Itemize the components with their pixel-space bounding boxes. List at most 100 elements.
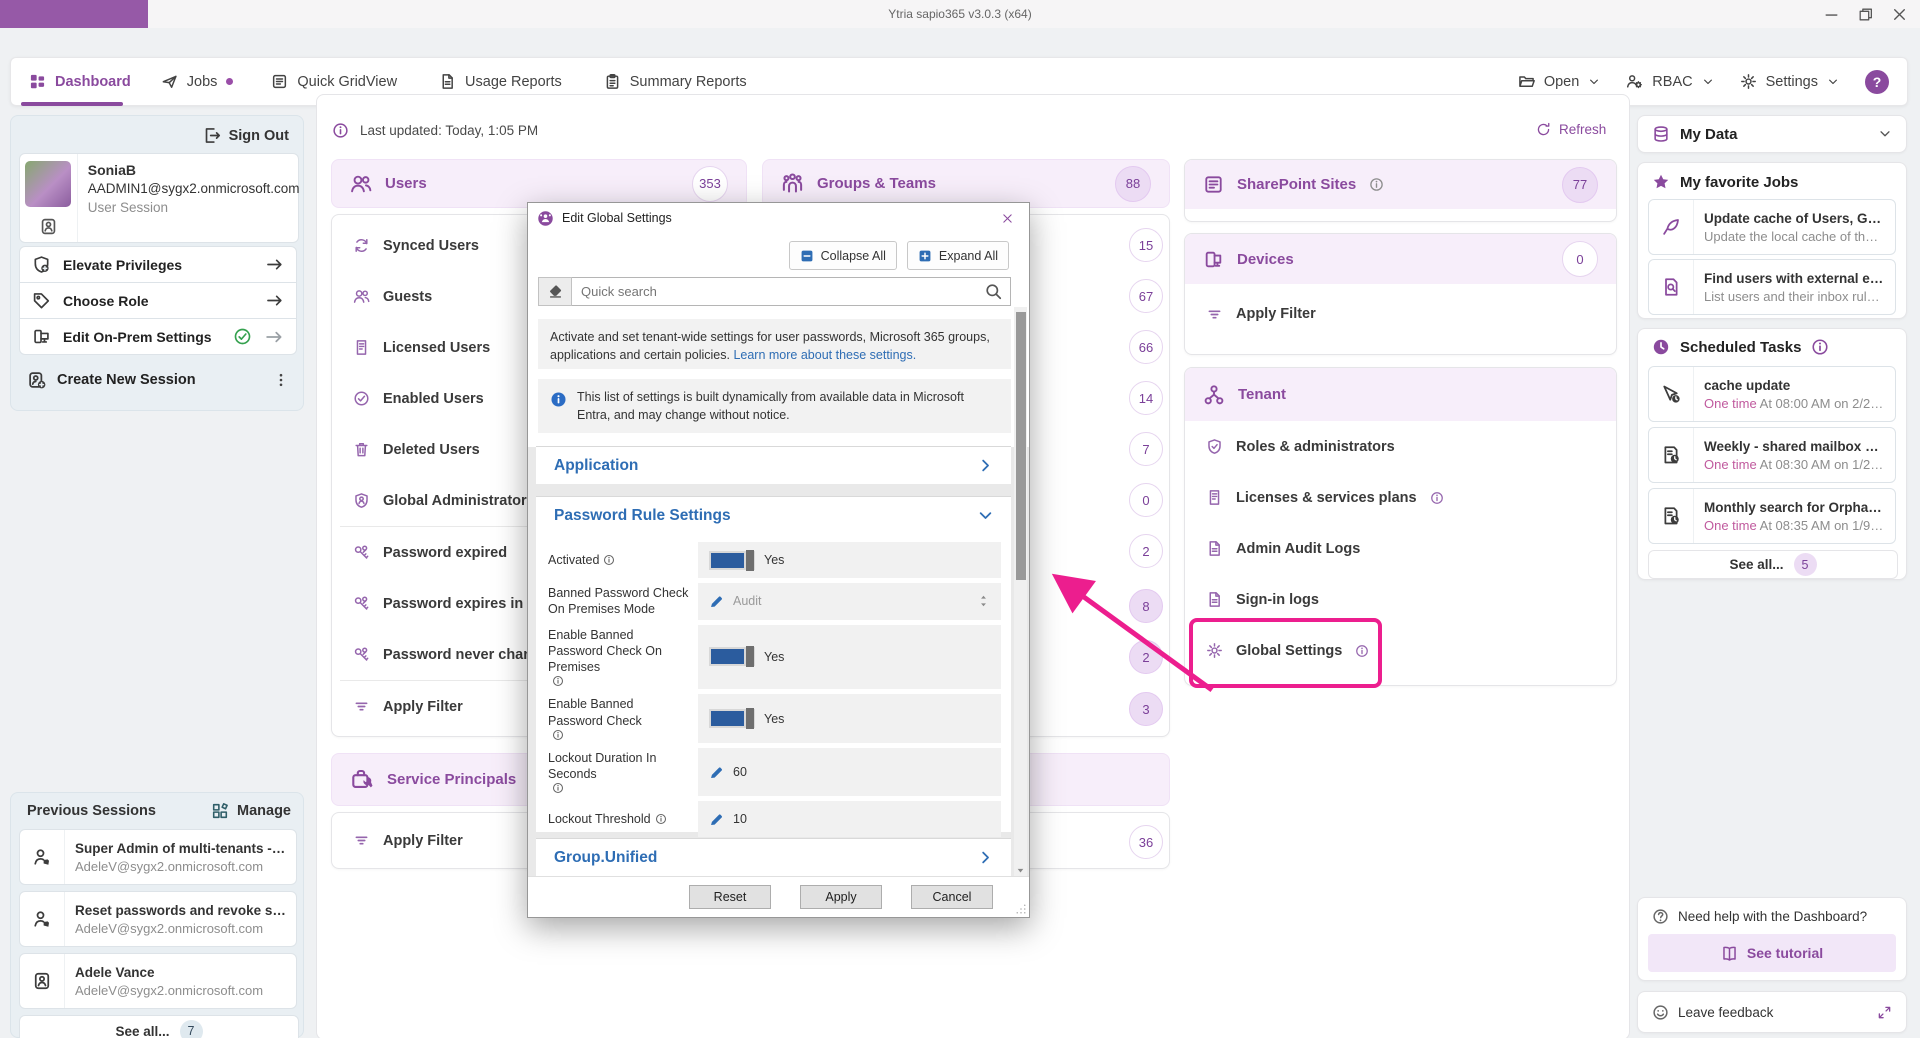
- task-title: Weekly - shared mailbox email...: [1704, 439, 1885, 454]
- scheduled-task-item[interactable]: cache update One time At 08:00 AM on 2/2…: [1648, 366, 1896, 422]
- scrollbar-thumb[interactable]: [1016, 312, 1026, 580]
- tab-summary-reports[interactable]: Summary Reports: [604, 73, 747, 90]
- expand-icon[interactable]: [1877, 1005, 1892, 1020]
- admin-shield-icon: [353, 492, 370, 509]
- devices-apply-filter-button[interactable]: Apply Filter: [1185, 284, 1616, 344]
- session-item[interactable]: Super Admin of multi-tenants - G... Adel…: [19, 829, 297, 885]
- activated-toggle[interactable]: Yes: [698, 542, 1001, 578]
- refresh-button[interactable]: Refresh: [1536, 122, 1606, 137]
- kebab-menu-icon[interactable]: [273, 372, 289, 388]
- jobs-notification-dot: [226, 78, 233, 85]
- chevron-down-icon[interactable]: [1878, 127, 1892, 141]
- cancel-button[interactable]: Cancel: [911, 885, 993, 909]
- section-group-unified[interactable]: Group.Unified: [536, 839, 1011, 876]
- groups-count-badge: 88: [1115, 166, 1151, 202]
- setting-row-banned-password-mode: Banned Password Check On Premises Mode A…: [548, 583, 1001, 620]
- elevate-privileges-button[interactable]: Elevate Privileges: [19, 246, 297, 283]
- search-icon[interactable]: [984, 282, 1003, 301]
- favorite-job-item[interactable]: Find users with external email ... List …: [1648, 259, 1896, 315]
- lockout-threshold-field[interactable]: 10: [698, 801, 1001, 837]
- groups-teams-card-header[interactable]: Groups & Teams 88: [762, 159, 1170, 208]
- my-data-panel[interactable]: My Data: [1637, 115, 1907, 153]
- person-tag-icon: [32, 847, 52, 867]
- banned-password-mode-field[interactable]: Audit: [698, 583, 1001, 620]
- create-new-session-button[interactable]: Create New Session: [19, 362, 297, 398]
- toggle-value: Yes: [764, 650, 784, 664]
- arrow-right-icon: [265, 255, 284, 274]
- info-icon: [1369, 177, 1384, 192]
- enable-banned-onprem-toggle[interactable]: Yes: [698, 625, 1001, 690]
- restore-button[interactable]: [1848, 0, 1882, 28]
- tenant-item-roles-administrators[interactable]: Roles & administrators: [1185, 421, 1616, 472]
- see-all-tasks-button[interactable]: See all... 5: [1648, 550, 1898, 579]
- service-principals-title: Service Principals: [387, 771, 516, 788]
- rbac-menu[interactable]: RBAC: [1626, 73, 1713, 90]
- expand-all-button[interactable]: Expand All: [907, 241, 1009, 270]
- tab-quick-gridview[interactable]: Quick GridView: [271, 73, 397, 90]
- open-menu[interactable]: Open: [1518, 73, 1600, 90]
- sign-out-label: Sign Out: [229, 128, 289, 144]
- close-button[interactable]: [1882, 0, 1916, 28]
- favorite-job-item[interactable]: Update cache of Users, Groups... Update …: [1648, 199, 1896, 255]
- see-tutorial-button[interactable]: See tutorial: [1648, 934, 1896, 972]
- dialog-scrollbar[interactable]: [1014, 307, 1027, 879]
- restore-icon: [1857, 6, 1874, 23]
- quick-search-input[interactable]: [572, 277, 1011, 306]
- scheduled-task-item[interactable]: Monthly search for Orphan On... One time…: [1648, 488, 1896, 544]
- document-icon: [1206, 540, 1223, 557]
- arrow-right-icon: [264, 327, 284, 347]
- section-password-rule-settings[interactable]: Password Rule Settings: [536, 497, 1011, 534]
- session-item[interactable]: Reset passwords and revoke sessi... Adel…: [19, 891, 297, 947]
- pencil-icon: [709, 812, 724, 827]
- count-badge: 15: [1129, 228, 1163, 262]
- scheduled-task-item[interactable]: Weekly - shared mailbox email... One tim…: [1648, 427, 1896, 483]
- section-application[interactable]: Application: [536, 447, 1011, 484]
- edit-onprem-settings-button[interactable]: Edit On-Prem Settings: [19, 318, 297, 355]
- edit-global-settings-dialog: Edit Global Settings Collapse All Expand…: [527, 202, 1030, 918]
- info-icon: [332, 122, 349, 139]
- tab-usage-reports[interactable]: Usage Reports: [439, 73, 562, 90]
- tab-dashboard[interactable]: Dashboard: [29, 73, 131, 90]
- task-time-prefix: One time: [1704, 457, 1757, 472]
- sign-out-button[interactable]: Sign Out: [202, 126, 289, 145]
- devices-card-header[interactable]: Devices 0: [1185, 234, 1616, 284]
- users-card-header[interactable]: Users 353: [331, 159, 747, 208]
- chevron-right-icon: [978, 458, 993, 473]
- collapse-all-button[interactable]: Collapse All: [789, 241, 897, 270]
- resize-grip-icon[interactable]: [1015, 903, 1027, 915]
- trash-icon: [353, 441, 370, 458]
- toggle-switch[interactable]: [709, 551, 755, 570]
- toggle-switch[interactable]: [709, 647, 755, 666]
- help-button[interactable]: ?: [1865, 70, 1889, 94]
- leave-feedback-button[interactable]: Leave feedback: [1637, 991, 1907, 1033]
- toggle-switch[interactable]: [709, 709, 755, 728]
- dialog-close-button[interactable]: [994, 206, 1020, 230]
- service-principals-apply-filter-button[interactable]: Apply Filter: [332, 813, 484, 868]
- lockout-duration-field[interactable]: 60: [698, 748, 1001, 797]
- tenant-item-licenses-plans[interactable]: Licenses & services plans: [1185, 472, 1616, 523]
- enable-banned-check-toggle[interactable]: Yes: [698, 694, 1001, 743]
- tab-jobs[interactable]: Jobs: [161, 73, 234, 90]
- help-question-text: Need help with the Dashboard?: [1678, 909, 1867, 924]
- minimize-button[interactable]: [1814, 0, 1848, 28]
- tenant-card-header[interactable]: Tenant: [1185, 368, 1616, 421]
- learn-more-link[interactable]: Learn more about these settings.: [733, 348, 916, 362]
- refresh-icon: [1536, 122, 1551, 137]
- clear-search-button[interactable]: [538, 277, 572, 306]
- sharepoint-card-header[interactable]: SharePoint Sites 77: [1185, 160, 1616, 209]
- spinner-icon[interactable]: [977, 593, 990, 609]
- apply-button[interactable]: Apply: [800, 885, 882, 909]
- session-item[interactable]: Adele Vance AdeleV@sygx2.onmicrosoft.com: [19, 953, 297, 1009]
- current-user-card: SoniaB AADMIN1@sygx2.onmicrosoft.com Use…: [19, 153, 299, 243]
- settings-menu[interactable]: Settings: [1740, 73, 1839, 90]
- paper-plane-icon: [161, 73, 178, 90]
- choose-role-button[interactable]: Choose Role: [19, 282, 297, 319]
- see-all-sessions-button[interactable]: See all... 7: [19, 1015, 299, 1038]
- tenant-item-admin-audit-logs[interactable]: Admin Audit Logs: [1185, 523, 1616, 574]
- sign-out-icon: [202, 126, 221, 145]
- manage-sessions-button[interactable]: Manage: [211, 802, 291, 820]
- shield-plus-icon: [32, 255, 51, 274]
- expand-all-label: Expand All: [939, 249, 998, 263]
- reset-button[interactable]: Reset: [689, 885, 771, 909]
- gridview-icon: [271, 73, 288, 90]
